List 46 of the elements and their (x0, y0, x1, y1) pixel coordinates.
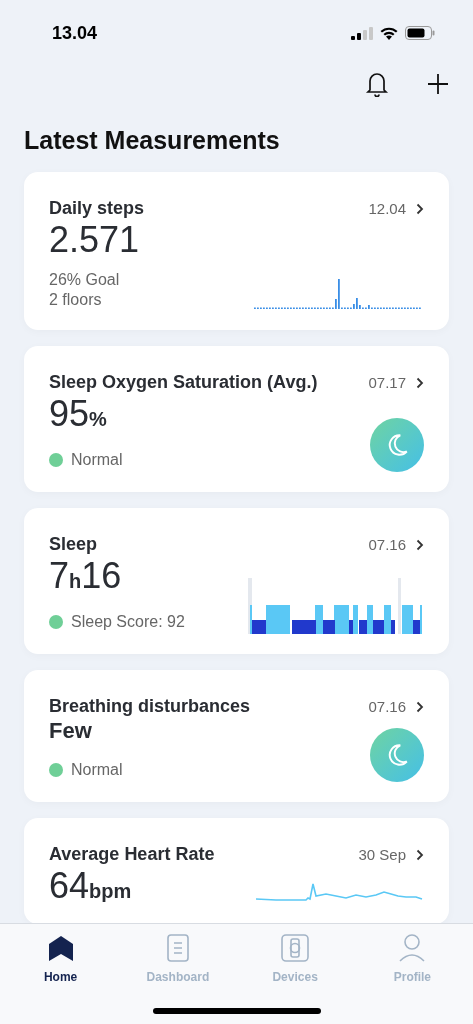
document-icon (165, 933, 190, 963)
notifications-button[interactable] (365, 71, 389, 97)
card-date: 07.17 (368, 372, 406, 393)
status-text: Normal (71, 449, 123, 470)
chevron-right-icon (416, 538, 424, 551)
bell-icon (365, 71, 389, 97)
card-title: Average Heart Rate (49, 842, 215, 866)
tab-bar-item[interactable]: Home (15, 932, 106, 986)
card-title: Breathing disturbances (49, 694, 251, 718)
measurement-card[interactable]: Sleep Oxygen Saturation (Avg.) 07.17 95% Normal (24, 345, 449, 492)
status-text: Sleep Score: 92 (71, 611, 185, 632)
card-detail: 26% Goal (49, 269, 121, 290)
moon-icon (370, 417, 424, 472)
measurement-value: 7h16 (49, 557, 123, 594)
status-time: 13.04 (52, 21, 98, 45)
card-title: Daily steps (49, 196, 145, 220)
card-title: Sleep Oxygen Saturation (Avg.) (49, 370, 318, 394)
moon-icon (370, 727, 424, 782)
measurement-value: 95% (49, 395, 108, 432)
card-date: 07.16 (368, 534, 406, 555)
watch-icon (280, 933, 311, 963)
chevron-right-icon (416, 700, 424, 713)
signal-icon (351, 26, 373, 40)
card-date: 12.04 (368, 198, 406, 219)
measurement-card[interactable]: Sleep 07.16 7h16 Sleep Score: 92 (24, 507, 449, 654)
measurement-card[interactable]: Daily steps 12.04 2.571 26% Goal 2 floors (24, 171, 449, 330)
measurement-value: 64bpm (49, 867, 132, 904)
plus-icon (427, 73, 449, 95)
chevron-right-icon (416, 202, 424, 215)
measurement-value: Few (49, 719, 93, 742)
battery-icon (405, 26, 435, 40)
card-date: 07.16 (368, 696, 406, 717)
chevron-right-icon (416, 848, 424, 861)
page-title: Latest Measurements (23, 125, 281, 156)
measurement-card[interactable]: Breathing disturbances 07.16 Few Normal (24, 669, 449, 802)
card-detail: 2 floors (49, 289, 103, 310)
card-title: Sleep (49, 532, 98, 556)
chevron-right-icon (416, 376, 424, 389)
home-icon (46, 934, 75, 962)
profile-icon (398, 933, 427, 963)
card-date: 30 Sep (358, 844, 406, 865)
add-button[interactable] (427, 73, 449, 95)
status-text: Normal (71, 759, 123, 780)
measurement-card[interactable]: Average Heart Rate 30 Sep 64bpm (24, 817, 449, 923)
wifi-icon (379, 26, 399, 40)
measurement-value: 2.571 (49, 221, 140, 258)
